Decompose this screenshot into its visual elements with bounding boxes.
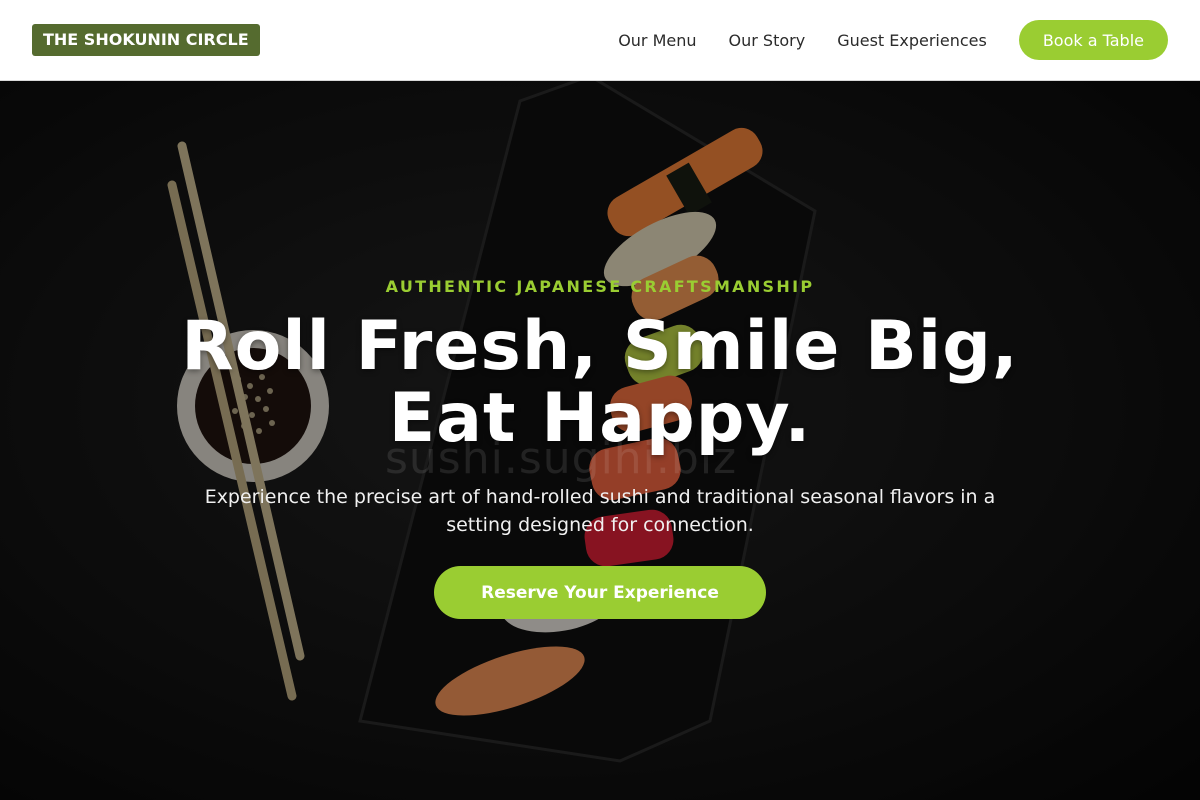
hero-subtitle: Experience the precise art of hand-rolle… [170,483,1030,539]
nav-link-guest-experiences[interactable]: Guest Experiences [837,31,987,50]
book-a-table-button[interactable]: Book a Table [1018,20,1168,60]
hero-eyebrow: AUTHENTIC JAPANESE CRAFTSMANSHIP [385,277,815,296]
hero-content: AUTHENTIC JAPANESE CRAFTSMANSHIP Roll Fr… [0,81,1200,800]
site-header: THE SHOKUNIN CIRCLE Our Menu Our Story G… [0,0,1200,81]
hero-headline: Roll Fresh, Smile Big, Eat Happy. [100,311,1100,455]
nav-link-our-story[interactable]: Our Story [729,31,806,50]
main-nav: Our Menu Our Story Guest Experiences Boo… [618,20,1168,60]
hero-subtitle-line-2: setting designed for connection. [446,514,754,536]
nav-link-our-menu[interactable]: Our Menu [618,31,696,50]
hero-subtitle-line-1: Experience the precise art of hand-rolle… [204,486,996,508]
hero-headline-line-1: Roll Fresh, Smile Big, [181,307,1019,386]
hero-section: sushi.sugihi.biz AUTHENTIC JAPANESE CRAF… [0,81,1200,800]
hero-headline-line-2: Eat Happy. [388,379,812,458]
reserve-experience-button[interactable]: Reserve Your Experience [434,566,766,619]
site-logo[interactable]: THE SHOKUNIN CIRCLE [32,24,260,56]
